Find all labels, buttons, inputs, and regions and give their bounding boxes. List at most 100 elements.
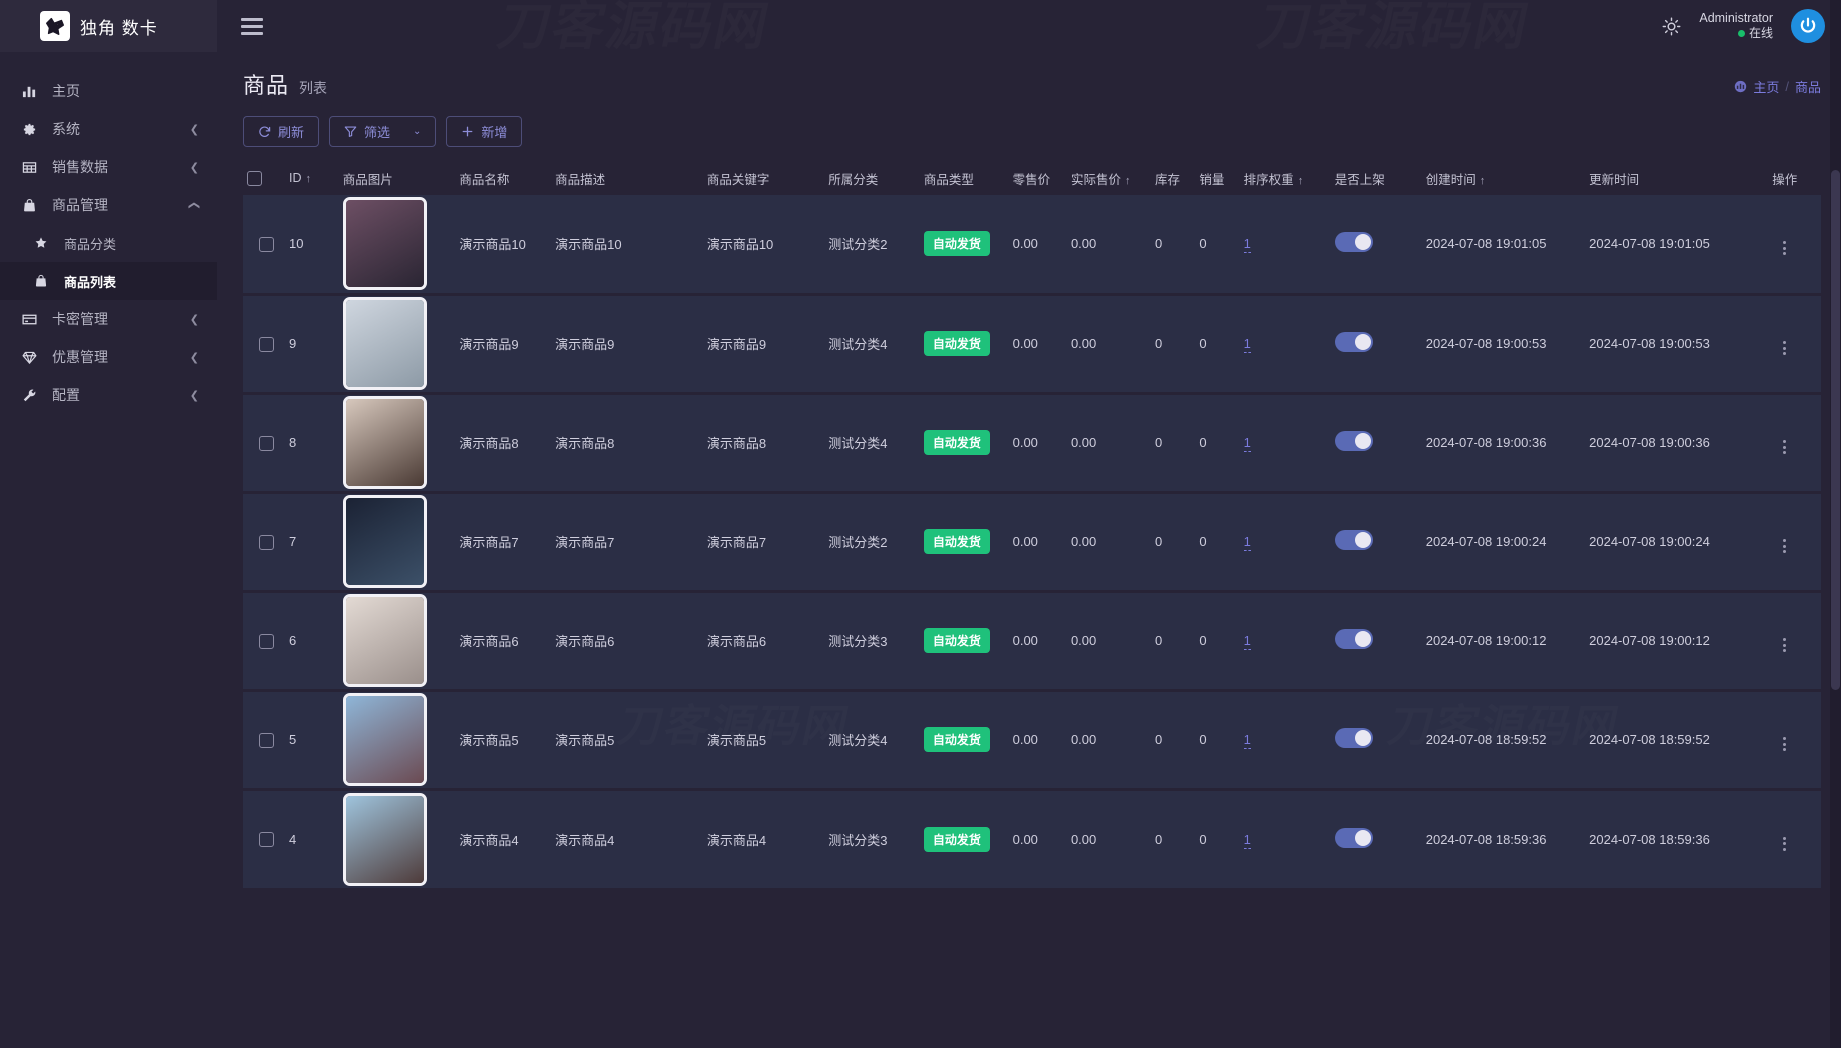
row-checkbox[interactable] <box>259 435 274 451</box>
cell-weight: 1 <box>1240 294 1331 393</box>
weight-edit-link[interactable]: 1 <box>1243 435 1251 452</box>
cell-weight: 1 <box>1240 492 1331 591</box>
diamond-icon <box>18 350 40 365</box>
breadcrumb-current[interactable]: 商品 <box>1795 77 1821 96</box>
user-block[interactable]: Administrator 在线 <box>1699 11 1773 42</box>
filter-button[interactable]: 筛选 ⌄ <box>329 116 437 147</box>
toggle-knob <box>1354 829 1371 846</box>
weight-edit-link[interactable]: 1 <box>1243 633 1251 650</box>
brand-name: 独角 数卡 <box>80 18 158 38</box>
weight-edit-link[interactable]: 1 <box>1243 336 1251 353</box>
on-shelf-toggle[interactable] <box>1334 431 1373 451</box>
row-checkbox[interactable] <box>259 832 274 848</box>
vertical-dots-icon[interactable] <box>1783 539 1787 553</box>
sidebar-item-product-list[interactable]: 商品列表 <box>0 262 217 300</box>
cell-id: 7 <box>289 534 297 549</box>
cell-weight: 1 <box>1240 195 1331 294</box>
column-header-created-at[interactable]: 创建时间 ↑ <box>1421 161 1586 195</box>
table-row[interactable]: 4 演示商品4 演示商品4 演示商品4 测试分类3 自动发货 0.00 0.00 0 0 1 2024… <box>243 789 1821 888</box>
product-thumbnail[interactable] <box>342 197 427 291</box>
table-grid-icon <box>18 160 40 175</box>
sidebar-item-card-management[interactable]: 卡密管理 ❮ <box>0 300 217 338</box>
status-badge: 自动发货 <box>923 529 990 554</box>
table-header: ID ↑ 商品图片 商品名称 商品描述 商品关键字 所属分类 商品类型 零售价 实… <box>243 161 1821 195</box>
breadcrumb-home-link[interactable]: 主页 <box>1753 77 1779 96</box>
cell-actions <box>1749 294 1821 393</box>
table-row[interactable]: 9 演示商品9 演示商品9 演示商品9 测试分类4 自动发货 0.00 0.00 0 0 1 2024… <box>243 294 1821 393</box>
weight-edit-link[interactable]: 1 <box>1243 534 1251 551</box>
sidebar-item-product-category[interactable]: 商品分类 <box>0 224 217 262</box>
row-checkbox[interactable] <box>259 732 274 748</box>
table-row[interactable]: 7 演示商品7 演示商品7 演示商品7 测试分类2 自动发货 0.00 0.00 0 0 1 2024… <box>243 492 1821 591</box>
product-thumbnail[interactable] <box>342 693 427 786</box>
avatar[interactable] <box>1791 9 1825 43</box>
product-thumbnail[interactable] <box>342 495 427 588</box>
sidebar-item-product-management[interactable]: 商品管理 ❮ <box>0 186 217 224</box>
wrench-icon <box>18 388 40 403</box>
cell-updated-at: 2024-07-08 18:59:52 <box>1589 732 1710 747</box>
sidebar-item-system[interactable]: 系统 ❮ <box>0 110 217 148</box>
sidebar-item-promotion-management[interactable]: 优惠管理 ❮ <box>0 338 217 376</box>
sidebar-item-configuration[interactable]: 配置 ❮ <box>0 376 217 414</box>
weight-edit-link[interactable]: 1 <box>1243 732 1251 749</box>
scrollbar-thumb[interactable] <box>1831 170 1840 690</box>
sidebar-item-sales-data[interactable]: 销售数据 ❮ <box>0 148 217 186</box>
cell-name: 演示商品9 <box>459 337 519 352</box>
vertical-dots-icon[interactable] <box>1783 737 1787 751</box>
add-button[interactable]: 新增 <box>446 116 523 147</box>
vertical-dots-icon[interactable] <box>1783 836 1787 851</box>
toggle-knob <box>1354 631 1371 647</box>
cell-image <box>339 690 456 789</box>
weight-edit-link[interactable]: 1 <box>1243 831 1251 849</box>
weight-edit-link[interactable]: 1 <box>1243 236 1251 254</box>
cell-stock: 0 <box>1154 435 1163 450</box>
row-checkbox[interactable] <box>259 633 274 649</box>
refresh-button[interactable]: 刷新 <box>243 116 320 147</box>
product-thumbnail[interactable] <box>342 297 427 390</box>
page-scrollbar[interactable] <box>1830 0 1841 1048</box>
sun-icon[interactable] <box>1662 17 1681 36</box>
table-row[interactable]: 5 演示商品5 演示商品5 演示商品5 测试分类4 自动发货 0.00 0.00 0 0 1 2024… <box>243 690 1821 789</box>
row-checkbox[interactable] <box>259 534 274 550</box>
bag-icon <box>18 198 40 213</box>
row-select-cell <box>243 690 285 789</box>
column-header-actual-price[interactable]: 实际售价 ↑ <box>1066 161 1151 195</box>
product-thumbnail[interactable] <box>342 792 427 886</box>
user-status-label: 在线 <box>1748 26 1773 41</box>
vertical-dots-icon[interactable] <box>1783 241 1787 256</box>
row-checkbox[interactable] <box>259 336 274 352</box>
column-header-id[interactable]: ID ↑ <box>285 161 339 195</box>
on-shelf-toggle[interactable] <box>1334 629 1373 649</box>
on-shelf-toggle[interactable] <box>1334 530 1373 550</box>
cell-weight: 1 <box>1240 591 1331 690</box>
on-shelf-toggle[interactable] <box>1334 232 1373 253</box>
cell-actions <box>1749 393 1821 492</box>
product-thumbnail[interactable] <box>342 396 427 489</box>
vertical-dots-icon[interactable] <box>1783 638 1787 652</box>
product-thumbnail[interactable] <box>342 594 427 687</box>
select-all-checkbox[interactable] <box>247 170 262 186</box>
funnel-icon <box>344 125 357 138</box>
row-checkbox[interactable] <box>259 236 274 252</box>
cell-weight: 1 <box>1240 690 1331 789</box>
on-shelf-toggle[interactable] <box>1334 332 1373 352</box>
table-row[interactable]: 10 演示商品10 演示商品10 演示商品10 测试分类2 自动发货 0.00 0.00 0 0 1… <box>243 195 1821 294</box>
column-header-description: 商品描述 <box>551 161 703 195</box>
vertical-dots-icon[interactable] <box>1783 341 1787 355</box>
sidebar-item-home[interactable]: 主页 <box>0 72 217 110</box>
hamburger-menu-icon[interactable] <box>241 17 263 35</box>
chart-bar-icon <box>18 84 40 99</box>
column-header-weight[interactable]: 排序权重 ↑ <box>1239 161 1331 195</box>
table-row[interactable]: 6 演示商品6 演示商品6 演示商品6 测试分类3 自动发货 0.00 0.00 0 0 1 2024… <box>243 591 1821 690</box>
cell-stock: 0 <box>1154 633 1163 648</box>
on-shelf-toggle[interactable] <box>1334 728 1373 748</box>
cell-actual-price: 0.00 <box>1070 236 1097 252</box>
cell-retail-price: 0.00 <box>1012 435 1038 450</box>
brand[interactable]: 独角 数卡 <box>0 0 217 52</box>
cell-keyword: 演示商品8 <box>706 436 767 451</box>
table-row[interactable]: 8 演示商品8 演示商品8 演示商品8 测试分类4 自动发货 0.00 0.00 0 0 1 2024… <box>243 393 1821 492</box>
cell-description: 演示商品6 <box>555 634 615 649</box>
vertical-dots-icon[interactable] <box>1783 440 1787 454</box>
on-shelf-toggle[interactable] <box>1334 827 1373 848</box>
main-area: Administrator 在线 商品 列表 主页 / 商品 刷新 筛选 ⌄ 新… <box>217 0 1841 1048</box>
